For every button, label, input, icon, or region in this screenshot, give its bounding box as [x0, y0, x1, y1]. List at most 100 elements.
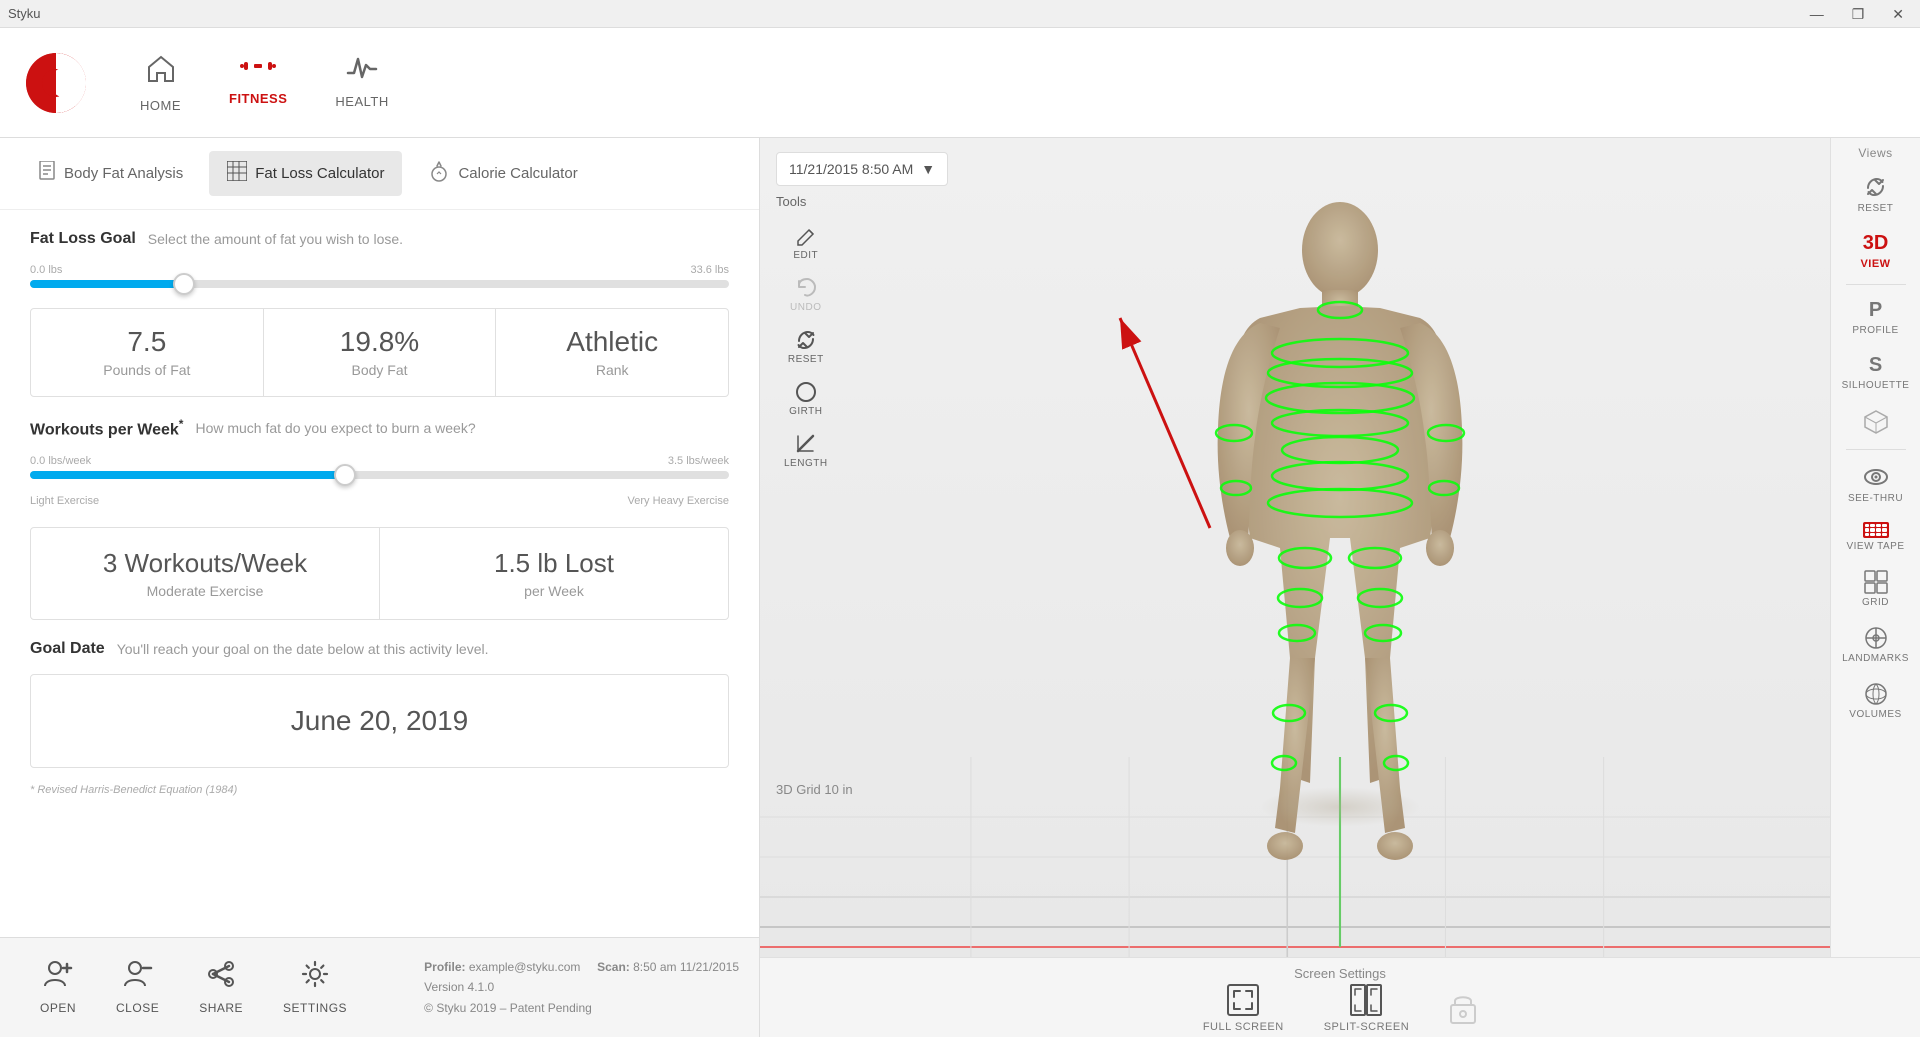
home-icon — [145, 53, 177, 92]
lock-icon — [1449, 991, 1477, 1025]
settings-icon — [301, 960, 329, 995]
view-volumes[interactable]: VOLUMES — [1831, 674, 1920, 728]
screen-settings: Screen Settings FULL SCREEN — [760, 957, 1920, 1037]
tool-reset[interactable]: RESET — [776, 321, 836, 373]
tool-edit[interactable]: EDIT — [776, 217, 836, 269]
view-tape[interactable]: VIEW TAPE — [1831, 514, 1920, 560]
main-content: Fat Loss Goal Select the amount of fat y… — [0, 210, 759, 937]
lb-lost-card: 1.5 lb Lost per Week — [380, 528, 728, 619]
date-value: 11/21/2015 8:50 AM — [789, 161, 913, 177]
share-label: SHARE — [199, 1001, 243, 1015]
fat-loss-slider-container: 0.0 lbs 33.6 lbs — [30, 264, 729, 288]
workouts-light-label: Light Exercise — [30, 495, 99, 507]
view-tape-icon — [1863, 522, 1889, 538]
version-info: Version 4.1.0 — [424, 977, 739, 997]
body-fat-icon — [38, 161, 56, 186]
fat-loss-slider-track[interactable] — [30, 280, 729, 288]
tool-undo[interactable]: UNDO — [776, 269, 836, 321]
close-button[interactable]: ✕ — [1884, 0, 1912, 28]
fitness-icon — [240, 53, 276, 85]
workouts-slider-sublabels: Light Exercise Very Heavy Exercise — [30, 495, 729, 507]
3d-view-icon: 3D — [1863, 232, 1889, 255]
view-landmarks[interactable]: LANDMARKS — [1831, 618, 1920, 672]
views-divider-2 — [1846, 449, 1906, 450]
stat-rank-value: Athletic — [516, 327, 708, 358]
titlebar: Styku — ❐ ✕ — [0, 0, 1920, 28]
grid-view-label: GRID — [1862, 597, 1889, 608]
view-silhouette[interactable]: S SILHOUETTE — [1831, 346, 1920, 399]
copyright: © Styku 2019 – Patent Pending — [424, 1001, 592, 1015]
open-button[interactable]: OPEN — [20, 952, 96, 1023]
split-screen-label: SPLIT-SCREEN — [1324, 1021, 1409, 1033]
body-fat-label: Body Fat Analysis — [64, 165, 183, 182]
bottom-actions: OPEN CLOSE — [20, 952, 367, 1023]
tool-girth[interactable]: GIRTH — [776, 373, 836, 425]
tab-body-fat[interactable]: Body Fat Analysis — [20, 151, 201, 196]
goal-date-title: Goal Date — [30, 640, 105, 658]
view-grid[interactable]: GRID — [1831, 562, 1920, 616]
reset-view-icon — [1863, 174, 1889, 200]
close-button[interactable]: CLOSE — [96, 952, 179, 1023]
content-area: Body Fat Analysis Fat Loss Calculator — [0, 138, 1920, 1037]
undo-label: UNDO — [790, 302, 821, 313]
tool-length[interactable]: LENGTH — [776, 425, 836, 477]
fat-loss-slider-thumb[interactable] — [173, 273, 195, 295]
view-see-thru[interactable]: SEE-THRU — [1831, 456, 1920, 512]
stat-pounds-value: 7.5 — [51, 327, 243, 358]
split-screen-button[interactable]: SPLIT-SCREEN — [1324, 983, 1409, 1033]
nav-home[interactable]: HOME — [116, 45, 205, 121]
front-back-icon — [1863, 409, 1889, 435]
nav-fitness[interactable]: FITNESS — [205, 45, 311, 121]
home-label: HOME — [140, 98, 181, 113]
scan-datetime: 8:50 am 11/21/2015 — [633, 960, 739, 974]
workouts-slider-min: 0.0 lbs/week — [30, 455, 91, 467]
tab-calorie[interactable]: Calorie Calculator — [410, 150, 595, 197]
profile-info: Profile: example@styku.com Scan: 8:50 am… — [424, 957, 739, 977]
share-button[interactable]: SHARE — [179, 952, 263, 1023]
reset-view-label: RESET — [1858, 203, 1894, 214]
view-3d[interactable]: 3D VIEW — [1831, 224, 1920, 278]
workouts-slider-container: 0.0 lbs/week 3.5 lbs/week Light Exercise… — [30, 455, 729, 507]
share-icon — [207, 960, 235, 995]
open-label: OPEN — [40, 1001, 76, 1015]
fat-loss-desc: Select the amount of fat you wish to los… — [148, 231, 403, 247]
workouts-desc: How much fat do you expect to burn a wee… — [195, 420, 475, 436]
close-label: CLOSE — [116, 1001, 159, 1015]
fat-loss-slider-labels: 0.0 lbs 33.6 lbs — [30, 264, 729, 276]
date-dropdown[interactable]: 11/21/2015 8:50 AM ▼ — [776, 152, 948, 186]
edit-label: EDIT — [793, 250, 818, 261]
view-profile[interactable]: P PROFILE — [1831, 291, 1920, 344]
silhouette-view-label: SILHOUETTE — [1842, 380, 1910, 391]
fat-loss-header: Fat Loss Goal Select the amount of fat y… — [30, 230, 729, 248]
workouts-slider-thumb[interactable] — [334, 464, 356, 486]
goal-date-header: Goal Date You'll reach your goal on the … — [30, 640, 729, 658]
window-controls: — ❐ ✕ — [1802, 0, 1912, 28]
close-icon — [123, 960, 153, 995]
workouts-slider-track[interactable] — [30, 471, 729, 479]
lb-lost-label: per Week — [400, 583, 708, 599]
nav-health[interactable]: HEALTH — [311, 45, 412, 121]
view-front-back[interactable] — [1831, 401, 1920, 443]
workouts-per-week-card: 3 Workouts/Week Moderate Exercise — [31, 528, 380, 619]
views-label: Views — [1858, 146, 1892, 160]
volumes-icon — [1864, 682, 1888, 706]
logo-area — [16, 53, 96, 113]
stat-rank: Athletic Rank — [496, 309, 728, 396]
viewport: Tools EDIT UNDO — [760, 138, 1920, 957]
fitness-label: FITNESS — [229, 91, 287, 106]
full-screen-button[interactable]: FULL SCREEN — [1203, 983, 1284, 1033]
goal-date-section: Goal Date You'll reach your goal on the … — [30, 640, 729, 768]
stat-pounds: 7.5 Pounds of Fat — [31, 309, 264, 396]
fat-loss-icon — [227, 161, 247, 186]
tab-fat-loss[interactable]: Fat Loss Calculator — [209, 151, 402, 196]
tools-panel: Tools EDIT UNDO — [776, 194, 836, 477]
view-reset[interactable]: RESET — [1831, 166, 1920, 222]
restore-button[interactable]: ❐ — [1844, 0, 1873, 28]
tools-label: Tools — [776, 194, 836, 209]
fat-loss-slider-min: 0.0 lbs — [30, 264, 62, 276]
settings-button[interactable]: SETTINGS — [263, 952, 367, 1023]
goal-date-desc: You'll reach your goal on the date below… — [117, 641, 489, 657]
goal-date-value: June 20, 2019 — [61, 705, 698, 737]
profile-label: Profile: — [424, 960, 465, 974]
minimize-button[interactable]: — — [1802, 0, 1832, 28]
